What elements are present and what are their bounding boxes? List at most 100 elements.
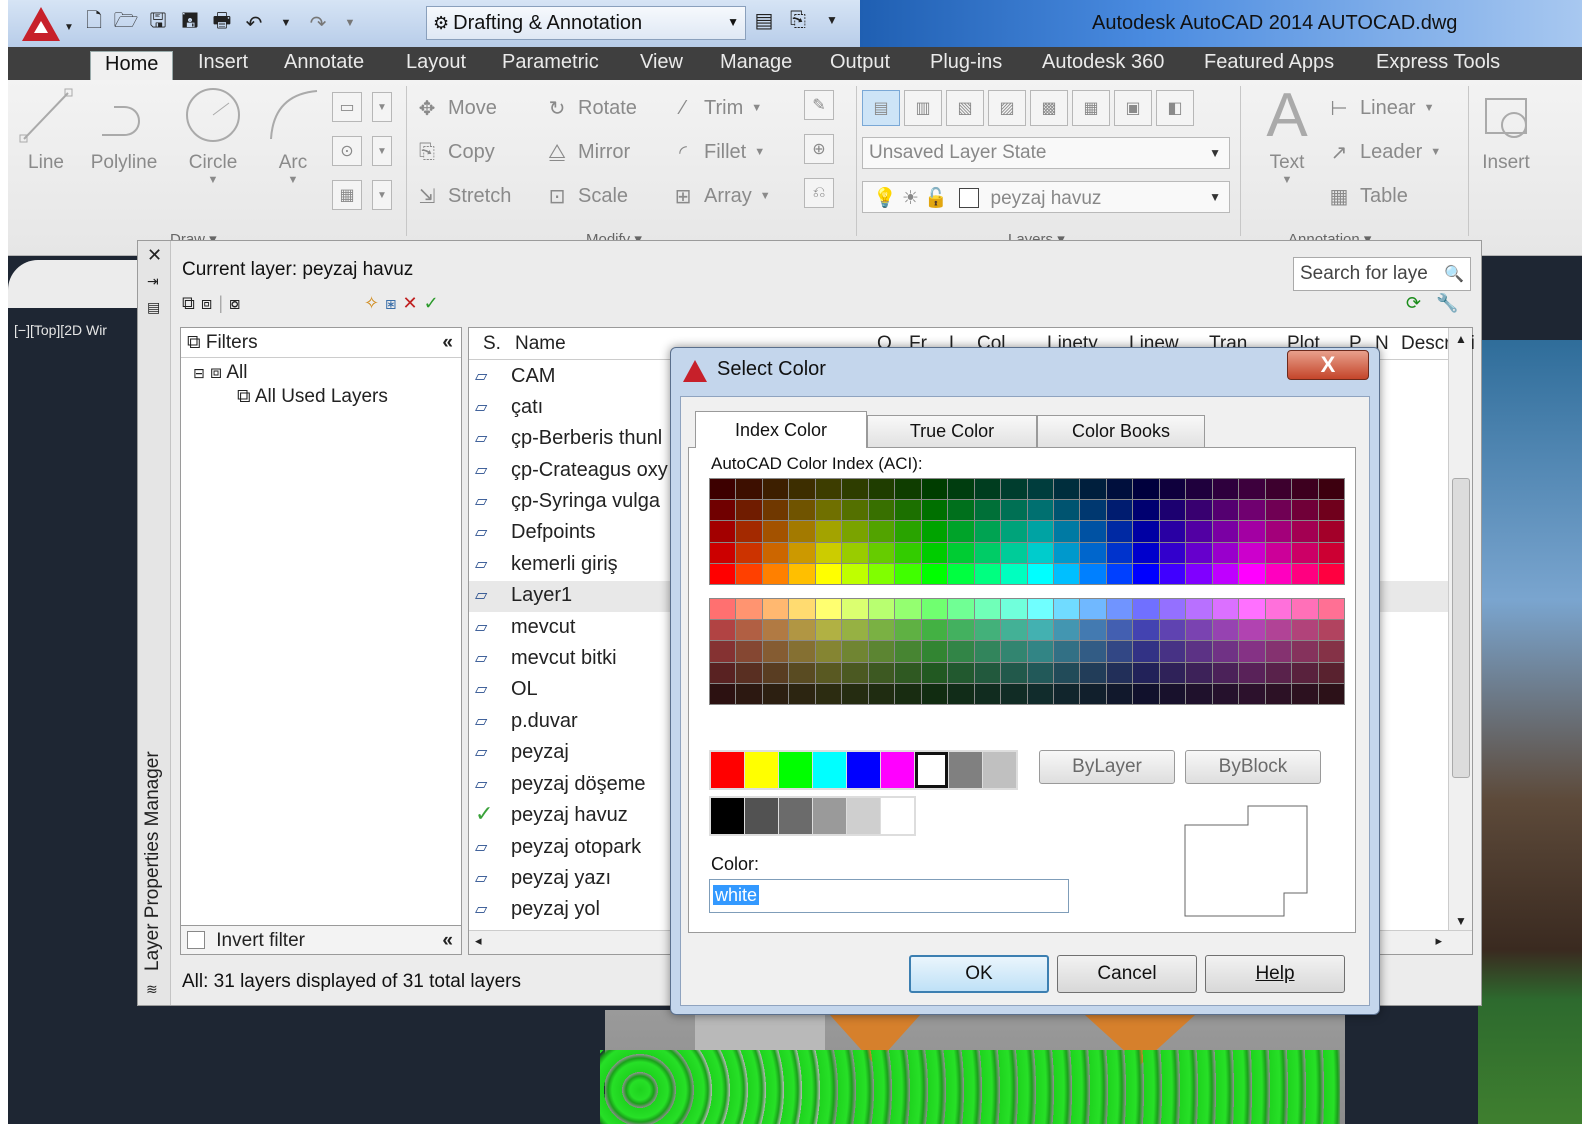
aci-swatch[interactable]: [710, 542, 736, 563]
aci-swatch[interactable]: [736, 620, 762, 641]
aci-swatch[interactable]: [842, 662, 868, 683]
standard-color-swatch[interactable]: [745, 752, 778, 788]
aci-swatch[interactable]: [789, 500, 815, 521]
aci-swatch[interactable]: [1159, 662, 1186, 683]
aci-swatch[interactable]: [1186, 479, 1212, 500]
aci-swatch[interactable]: [921, 599, 948, 620]
close-button[interactable]: X: [1287, 350, 1369, 380]
aci-swatch[interactable]: [1001, 500, 1027, 521]
aci-swatch[interactable]: [1239, 500, 1265, 521]
aci-swatch[interactable]: [974, 662, 1001, 683]
aci-swatch[interactable]: [710, 500, 736, 521]
aci-swatch[interactable]: [1080, 521, 1106, 542]
gray-color-swatch[interactable]: [881, 798, 914, 834]
plot-icon[interactable]: 🖶: [208, 9, 236, 37]
aci-swatch[interactable]: [1001, 542, 1027, 563]
aci-swatch[interactable]: [921, 500, 948, 521]
insert-block-tool[interactable]: Insert: [1474, 84, 1538, 174]
aci-swatch[interactable]: [1186, 641, 1212, 662]
aci-swatch[interactable]: [1080, 662, 1106, 683]
aci-swatch[interactable]: [1053, 563, 1080, 584]
aci-swatch[interactable]: [868, 563, 895, 584]
aci-swatch[interactable]: [1053, 662, 1080, 683]
aci-swatch[interactable]: [710, 521, 736, 542]
rectangle-icon[interactable]: ▭: [332, 92, 362, 122]
tab-featured-apps[interactable]: Featured Apps: [1200, 51, 1338, 80]
aci-swatch[interactable]: [1318, 479, 1344, 500]
aci-swatch[interactable]: [921, 662, 948, 683]
aci-swatch[interactable]: [1001, 641, 1027, 662]
aci-swatch[interactable]: [921, 683, 948, 704]
tab-output[interactable]: Output: [826, 51, 894, 80]
scroll-down-icon[interactable]: ▼: [1455, 914, 1467, 928]
settings-wrench-icon[interactable]: 🔧: [1436, 293, 1458, 314]
scroll-thumb[interactable]: [1452, 478, 1470, 778]
aci-swatch[interactable]: [895, 479, 921, 500]
aci-swatch[interactable]: [1053, 599, 1080, 620]
tab-insert[interactable]: Insert: [194, 51, 252, 80]
tab-express-tools[interactable]: Express Tools: [1372, 51, 1504, 80]
aci-swatch[interactable]: [1133, 683, 1159, 704]
new-property-filter-icon[interactable]: ⧉: [182, 293, 195, 314]
aci-swatch[interactable]: [762, 500, 789, 521]
aci-swatch[interactable]: [1053, 641, 1080, 662]
aci-swatch[interactable]: [1239, 479, 1265, 500]
aci-swatch[interactable]: [1265, 662, 1292, 683]
tab-layout[interactable]: Layout: [402, 51, 470, 80]
polyline-tool[interactable]: Polyline: [84, 84, 164, 174]
tab-annotate[interactable]: Annotate: [280, 51, 368, 80]
aci-swatch[interactable]: [1001, 620, 1027, 641]
aci-swatch[interactable]: [868, 620, 895, 641]
aci-swatch[interactable]: [710, 683, 736, 704]
aci-swatch[interactable]: [762, 563, 789, 584]
aci-swatch[interactable]: [1318, 641, 1344, 662]
aci-swatch[interactable]: [1265, 599, 1292, 620]
aci-swatch[interactable]: [1133, 563, 1159, 584]
aci-swatch[interactable]: [842, 599, 868, 620]
move-tool[interactable]: ✥ Move: [414, 90, 497, 126]
aci-swatch[interactable]: [1292, 563, 1318, 584]
customize-dropdown-icon[interactable]: ▼: [818, 6, 846, 34]
aci-swatch[interactable]: [1080, 599, 1106, 620]
aci-swatch[interactable]: [1186, 500, 1212, 521]
vertical-scrollbar[interactable]: ▲ ▼: [1448, 328, 1472, 932]
aci-swatch[interactable]: [1027, 542, 1053, 563]
aci-swatch[interactable]: [1265, 563, 1292, 584]
aci-swatch[interactable]: [1027, 563, 1053, 584]
viewport-controls[interactable]: [−][Top][2D Wir: [14, 322, 107, 338]
tab-home[interactable]: Home: [90, 51, 174, 80]
ellipse-icon[interactable]: ⊙: [332, 136, 362, 166]
aci-swatch[interactable]: [1292, 683, 1318, 704]
explode-icon[interactable]: ⊕: [804, 134, 834, 164]
aci-swatch[interactable]: [736, 479, 762, 500]
layer-properties-icon[interactable]: ▤: [750, 6, 778, 34]
aci-swatch[interactable]: [1106, 563, 1133, 584]
text-tool[interactable]: A Text ▼: [1252, 81, 1322, 187]
aci-swatch[interactable]: [948, 479, 974, 500]
offset-icon[interactable]: ⎌: [804, 178, 834, 208]
aci-swatch[interactable]: [1133, 500, 1159, 521]
redo-dropdown-icon[interactable]: ▼: [336, 9, 364, 37]
byblock-button[interactable]: ByBlock: [1185, 750, 1321, 784]
aci-swatch[interactable]: [1292, 500, 1318, 521]
aci-swatch[interactable]: [736, 641, 762, 662]
tab-color-books[interactable]: Color Books: [1037, 415, 1205, 447]
workspace-switcher[interactable]: ⚙ Drafting & Annotation ▼: [426, 6, 746, 40]
aci-swatch[interactable]: [736, 662, 762, 683]
invert-filter-checkbox[interactable]: [187, 931, 205, 949]
aci-swatch[interactable]: [1186, 563, 1212, 584]
bylayer-button[interactable]: ByLayer: [1039, 750, 1175, 784]
aci-swatch[interactable]: [948, 662, 974, 683]
aci-swatch[interactable]: [842, 479, 868, 500]
aci-swatch[interactable]: [974, 479, 1001, 500]
aci-swatch[interactable]: [1027, 683, 1053, 704]
close-icon[interactable]: ✕: [147, 245, 162, 266]
aci-swatch[interactable]: [1080, 683, 1106, 704]
aci-swatch[interactable]: [1239, 641, 1265, 662]
gray-color-swatch[interactable]: [847, 798, 880, 834]
aci-swatch[interactable]: [1133, 599, 1159, 620]
aci-swatch[interactable]: [948, 620, 974, 641]
aci-swatch[interactable]: [1053, 542, 1080, 563]
aci-swatch[interactable]: [895, 500, 921, 521]
aci-swatch[interactable]: [1159, 563, 1186, 584]
